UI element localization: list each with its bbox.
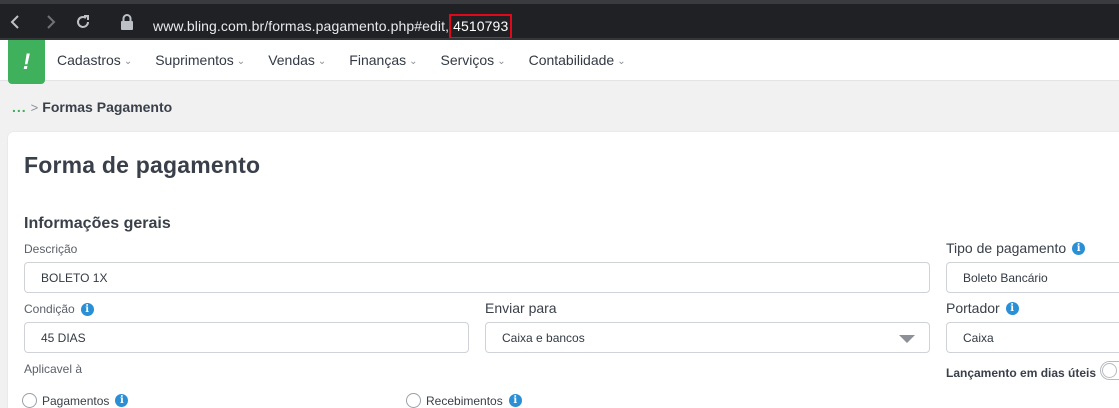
menu-label: Cadastros <box>57 52 121 68</box>
page-title: Forma de pagamento <box>24 152 261 178</box>
toggle-knob <box>1102 363 1117 378</box>
info-icon[interactable]: i <box>1005 301 1019 315</box>
app-header: ! Cadastros ⌄ Suprimentos ⌄ Vendas ⌄ Finanç… <box>0 40 1119 84</box>
enviar-para-select[interactable]: Caixa e bancos <box>485 322 930 353</box>
url-prefix: www.bling.com.br/formas.pagamento.php#ed… <box>153 18 450 34</box>
aplicavel-label: Aplicavel à <box>24 362 83 376</box>
info-icon[interactable]: i <box>80 302 94 316</box>
menu-label: Vendas <box>268 52 315 68</box>
info-icon[interactable]: i <box>508 394 522 407</box>
descricao-label: Descrição <box>24 242 78 256</box>
radio-circle[interactable] <box>22 393 37 408</box>
main-menu: Cadastros ⌄ Suprimentos ⌄ Vendas ⌄ Finanças… <box>57 52 649 68</box>
chevron-down-icon: ⌄ <box>317 55 327 67</box>
radio-circle[interactable] <box>406 393 421 408</box>
menu-label: Serviços <box>440 52 495 68</box>
radio-recebimentos[interactable]: Recebimentos i <box>406 393 522 408</box>
radio-label: Pagamentos <box>42 393 110 408</box>
dropdown-arrow-icon <box>899 335 915 343</box>
chevron-down-icon: ⌄ <box>409 55 418 67</box>
condicao-field[interactable]: 45 DIAS <box>24 322 469 353</box>
enviar-para-value: Caixa e bancos <box>502 331 585 345</box>
menu-label: Finanças <box>349 52 407 68</box>
section-title: Informações gerais <box>24 215 171 232</box>
radio-pagamentos[interactable]: Pagamentos i <box>22 393 129 408</box>
info-icon[interactable]: i <box>1072 241 1086 255</box>
chevron-down-icon: ⌄ <box>617 55 626 67</box>
reload-icon[interactable] <box>69 8 97 36</box>
menu-label: Suprimentos <box>155 52 234 68</box>
back-icon[interactable] <box>2 8 30 36</box>
portador-label: Portador i <box>946 300 1019 316</box>
lancamento-label: Lançamento em dias úteis <box>946 366 1097 380</box>
menu-item-cadastros[interactable]: Cadastros ⌄ <box>57 52 132 68</box>
menu-item-suprimentos[interactable]: Suprimentos ⌄ <box>155 52 245 68</box>
bling-logo[interactable]: ! <box>8 40 45 84</box>
breadcrumb-more[interactable]: ... <box>12 99 27 115</box>
lancamento-toggle[interactable] <box>1100 361 1119 380</box>
tipo-pagamento-select[interactable]: Boleto Bancário <box>946 262 1119 293</box>
menu-item-financas[interactable]: Finanças ⌄ <box>349 52 417 68</box>
tipo-pagamento-label: Tipo de pagamento i <box>946 240 1086 256</box>
address-bar[interactable]: www.bling.com.br/formas.pagamento.php#ed… <box>108 8 1119 39</box>
breadcrumb: ... > Formas Pagamento <box>12 99 172 115</box>
enviar-para-label: Enviar para <box>485 300 557 316</box>
radio-label: Recebimentos <box>426 393 503 408</box>
descricao-field[interactable]: BOLETO 1X <box>24 262 930 293</box>
chevron-down-icon: ⌄ <box>497 55 506 67</box>
condicao-label: Condição i <box>24 302 94 316</box>
menu-label: Contabilidade <box>528 52 615 68</box>
browser-toolbar: www.bling.com.br/formas.pagamento.php#ed… <box>0 0 1119 40</box>
breadcrumb-current: Formas Pagamento <box>42 99 173 115</box>
menu-item-contabilidade[interactable]: Contabilidade ⌄ <box>529 52 626 68</box>
chevron-down-icon: ⌄ <box>123 55 133 67</box>
menu-item-servicos[interactable]: Serviços ⌄ <box>441 52 506 68</box>
info-icon[interactable]: i <box>115 394 129 407</box>
chevron-down-icon: ⌄ <box>236 55 246 67</box>
chevron-right-icon: > <box>30 99 39 115</box>
url-text: www.bling.com.br/formas.pagamento.php#ed… <box>153 14 513 39</box>
forward-icon[interactable] <box>36 8 64 36</box>
lock-icon <box>120 14 134 30</box>
menu-item-vendas[interactable]: Vendas ⌄ <box>268 52 326 68</box>
portador-select[interactable]: Caixa <box>946 322 1119 353</box>
url-highlight-box: 4510793 <box>449 14 513 39</box>
